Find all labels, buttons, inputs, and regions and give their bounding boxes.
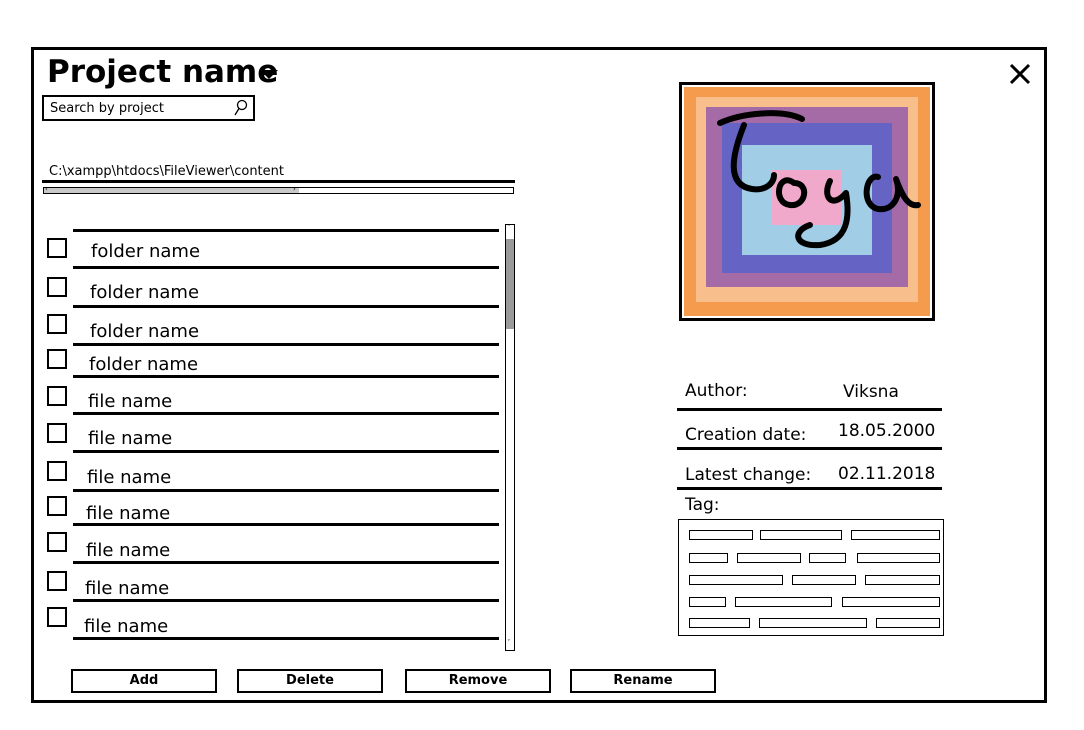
file-item-label[interactable]: file name	[88, 428, 172, 449]
divider	[73, 489, 499, 492]
add-button[interactable]: Add	[71, 669, 217, 693]
item-checkbox[interactable]	[47, 349, 67, 369]
tag-chip[interactable]	[865, 575, 940, 585]
divider	[73, 305, 499, 308]
rename-button[interactable]: Rename	[570, 669, 716, 693]
file-item-label[interactable]: file name	[88, 391, 172, 412]
tag-chip[interactable]	[689, 618, 750, 628]
file-item-label[interactable]: file name	[87, 467, 171, 488]
item-checkbox[interactable]	[47, 496, 67, 516]
path-breadcrumb: C:\xampp\htdocs\FileViewer\content	[49, 164, 284, 179]
tag-chip[interactable]	[759, 618, 867, 628]
divider	[73, 637, 499, 640]
caret-down-icon[interactable]	[260, 70, 278, 79]
tag-chip[interactable]	[851, 530, 940, 540]
tag-chip[interactable]	[689, 553, 728, 563]
file-item-label[interactable]: file name	[86, 540, 170, 561]
tag-chip[interactable]	[689, 597, 726, 607]
tag-chip[interactable]	[857, 553, 940, 563]
divider	[73, 375, 499, 378]
file-item-label[interactable]: file name	[85, 578, 169, 599]
scroll-down-icon[interactable]: ˇ	[507, 639, 511, 647]
folder-item-label[interactable]: folder name	[89, 354, 198, 375]
creation-date-label: Creation date:	[685, 425, 807, 445]
search-box	[42, 95, 255, 121]
delete-button[interactable]: Delete	[237, 669, 383, 693]
latest-change-label: Latest change:	[685, 465, 812, 485]
project-title[interactable]: Project name	[47, 54, 278, 90]
file-item-label[interactable]: file name	[84, 616, 168, 637]
divider	[73, 450, 499, 453]
scroll-up-icon[interactable]: ˆ	[507, 224, 511, 232]
file-item-label[interactable]: file name	[86, 503, 170, 524]
scroll-right-icon[interactable]: ›	[293, 185, 296, 193]
search-icon[interactable]	[233, 99, 249, 117]
item-checkbox[interactable]	[47, 423, 67, 443]
divider	[42, 180, 515, 183]
item-checkbox[interactable]	[47, 571, 67, 591]
divider	[73, 266, 499, 269]
creation-date-value: 18.05.2000	[838, 421, 936, 441]
divider	[73, 561, 499, 564]
tag-chip[interactable]	[689, 530, 753, 540]
item-checkbox[interactable]	[47, 277, 67, 297]
tag-chip[interactable]	[809, 553, 846, 563]
scroll-left-icon[interactable]: ‹	[45, 185, 48, 193]
scrollbar-thumb[interactable]	[506, 239, 514, 329]
item-checkbox[interactable]	[47, 386, 67, 406]
divider	[73, 412, 499, 415]
author-label: Author:	[685, 381, 748, 401]
tag-chip[interactable]	[689, 575, 783, 585]
close-icon[interactable]	[1006, 58, 1036, 88]
item-checkbox[interactable]	[47, 607, 67, 627]
divider	[73, 229, 499, 232]
folder-item-label[interactable]: folder name	[91, 241, 200, 262]
tag-chip[interactable]	[876, 618, 940, 628]
divider	[677, 408, 942, 411]
tag-label: Tag:	[685, 495, 720, 515]
horizontal-scrollbar[interactable]: ‹ ›	[43, 185, 514, 194]
remove-button[interactable]: Remove	[405, 669, 551, 693]
divider	[677, 447, 942, 450]
tag-chip[interactable]	[737, 553, 801, 563]
divider	[73, 523, 499, 526]
folder-item-label[interactable]: folder name	[90, 282, 199, 303]
tag-chip[interactable]	[842, 597, 940, 607]
vertical-scrollbar[interactable]: ˆ ˇ	[505, 224, 515, 651]
folder-item-label[interactable]: folder name	[90, 321, 199, 342]
item-checkbox[interactable]	[47, 238, 67, 258]
tag-cloud	[678, 519, 944, 636]
project-logo	[679, 82, 935, 321]
divider	[73, 599, 499, 602]
item-checkbox[interactable]	[47, 461, 67, 481]
latest-change-value: 02.11.2018	[838, 464, 936, 484]
tag-chip[interactable]	[760, 530, 842, 540]
logo-image	[682, 85, 932, 318]
item-checkbox[interactable]	[47, 314, 67, 334]
scrollbar-thumb[interactable]	[44, 188, 299, 193]
divider	[73, 343, 499, 346]
divider	[677, 487, 942, 490]
author-value: Viksna	[843, 382, 899, 402]
search-input[interactable]	[50, 99, 230, 117]
item-checkbox[interactable]	[47, 532, 67, 552]
tag-chip[interactable]	[735, 597, 832, 607]
tag-chip[interactable]	[792, 575, 856, 585]
